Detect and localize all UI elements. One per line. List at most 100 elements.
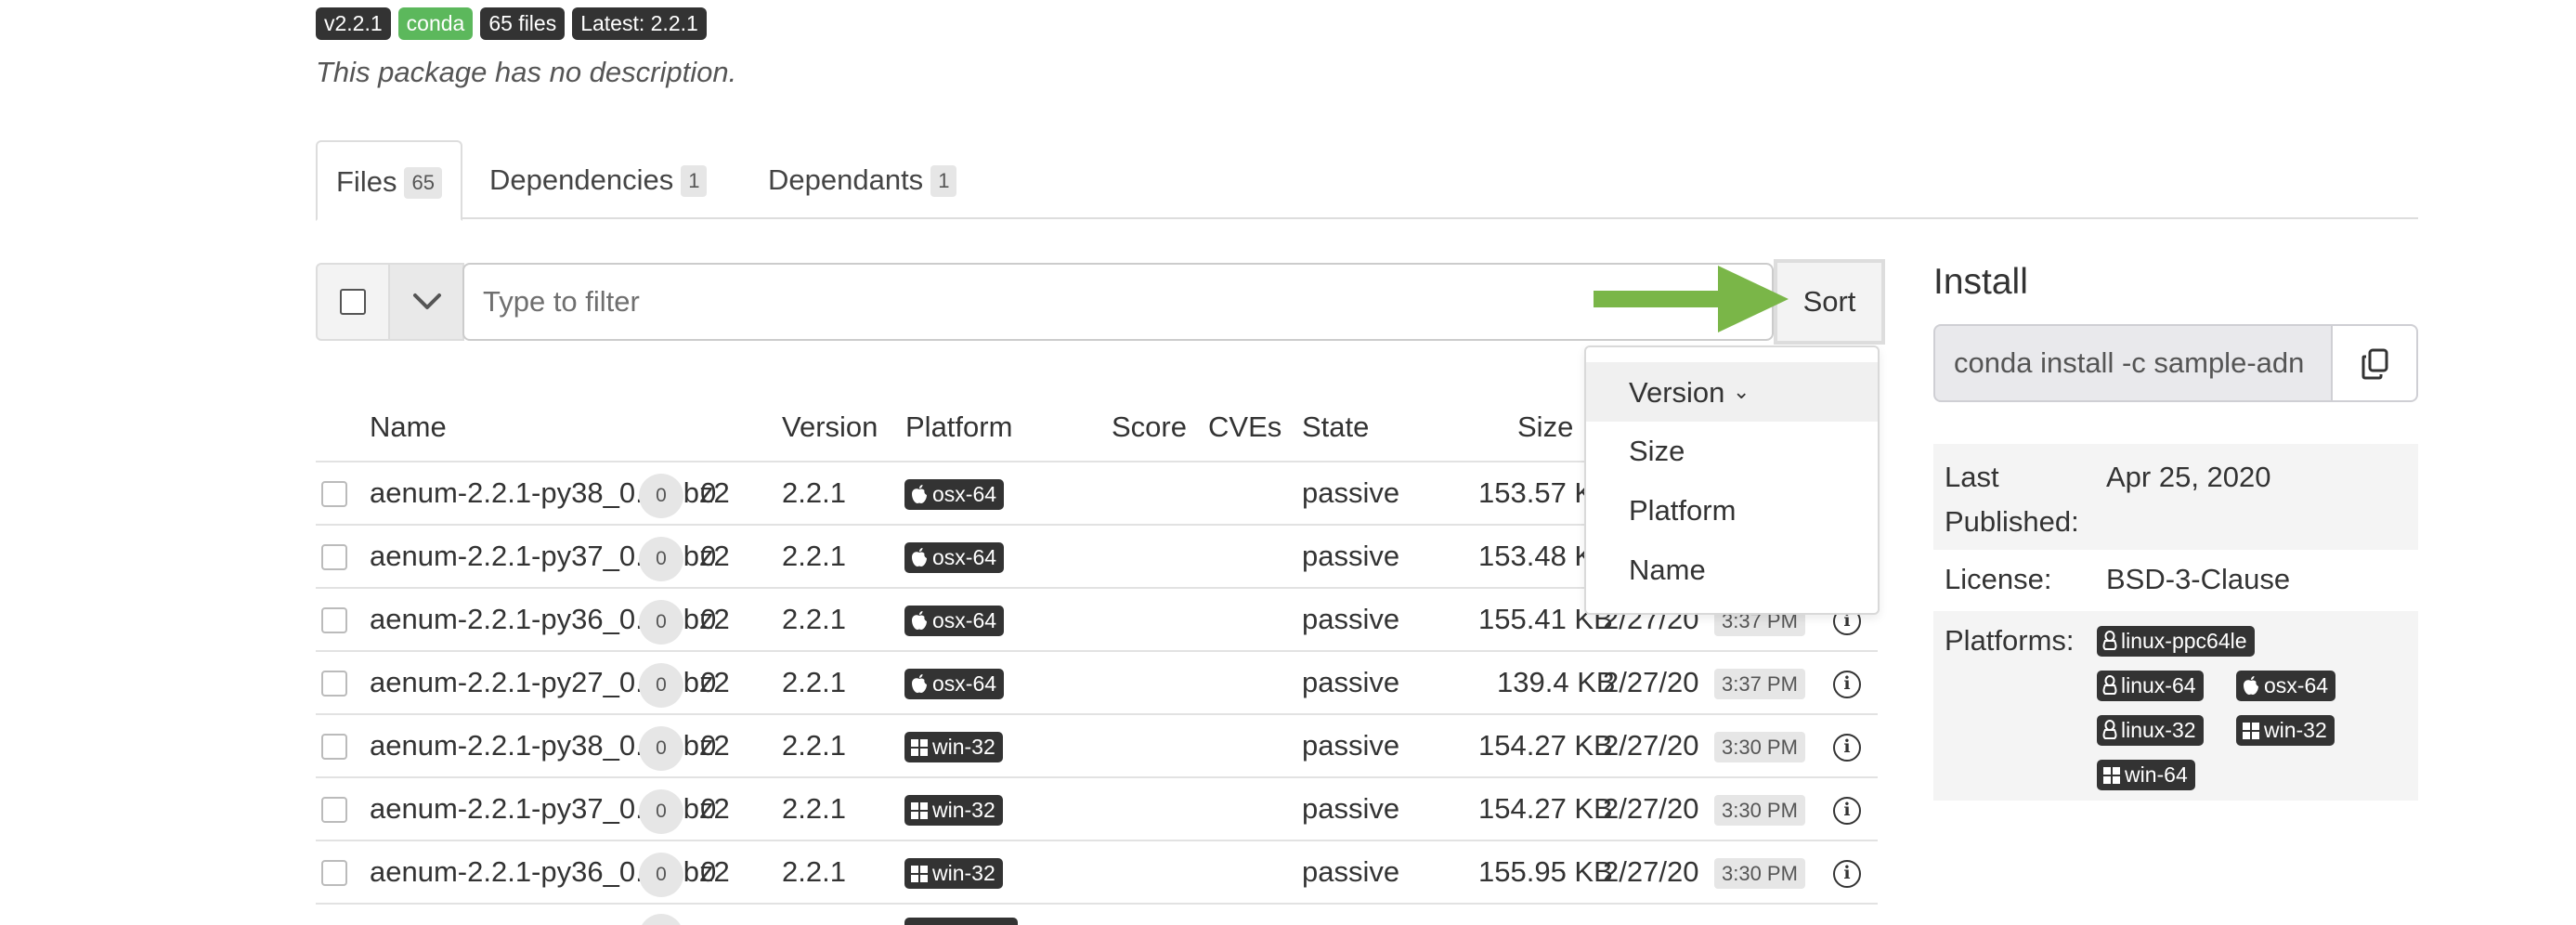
score-badge bbox=[639, 914, 683, 925]
file-version: 2.2.1 bbox=[782, 476, 846, 509]
platform-name: linux-32 bbox=[2121, 718, 2196, 742]
score-badge: 0 bbox=[639, 726, 683, 771]
tab-files[interactable]: Files 65 bbox=[316, 140, 462, 221]
info-icon[interactable]: i bbox=[1833, 734, 1861, 762]
sort-dropdown-menu: Version ⌄ Size Platform Name bbox=[1584, 345, 1880, 615]
cves-count: 0 bbox=[700, 476, 717, 509]
platform-label: osx-64 bbox=[932, 482, 997, 506]
platform-label: win-32 bbox=[932, 798, 995, 822]
sort-option-version[interactable]: Version ⌄ bbox=[1586, 362, 1878, 422]
upload-date: 2/27/20 bbox=[1603, 792, 1699, 825]
file-state: passive bbox=[1302, 855, 1400, 888]
tab-files-label: Files bbox=[336, 165, 397, 198]
platforms-row: Platforms: linux-ppc64le linux-64 osx-64… bbox=[1933, 611, 2418, 801]
platform-badge: win-32 bbox=[904, 795, 1003, 826]
table-row[interactable] bbox=[316, 903, 1878, 925]
cves-count: 0 bbox=[700, 729, 717, 762]
row-checkbox[interactable] bbox=[321, 481, 347, 507]
sort-option-platform[interactable]: Platform bbox=[1586, 481, 1878, 541]
arrow-annotation-icon bbox=[1594, 266, 1789, 332]
tab-dependencies-label: Dependencies bbox=[489, 163, 674, 196]
linux-icon bbox=[2102, 720, 2117, 739]
apple-icon bbox=[912, 611, 927, 630]
platform-label: osx-64 bbox=[932, 608, 997, 632]
license-value: BSD-3-Clause bbox=[2106, 563, 2291, 595]
row-checkbox[interactable] bbox=[321, 734, 347, 760]
file-version: 2.2.1 bbox=[782, 729, 846, 762]
file-size: 154.27 KB bbox=[1478, 729, 1613, 762]
info-icon[interactable]: i bbox=[1833, 671, 1861, 698]
sort-option-size[interactable]: Size bbox=[1586, 422, 1878, 481]
score-badge: 0 bbox=[639, 663, 683, 708]
row-checkbox[interactable] bbox=[321, 607, 347, 633]
platform-badge-linux-ppc64le: linux-ppc64le bbox=[2097, 626, 2255, 657]
row-checkbox[interactable] bbox=[321, 671, 347, 697]
upload-time: 3:30 PM bbox=[1714, 858, 1805, 889]
platform-badge: osx-64 bbox=[904, 669, 1005, 699]
row-checkbox[interactable] bbox=[321, 544, 347, 570]
column-header-name[interactable]: Name bbox=[370, 410, 447, 444]
table-row[interactable]: aenum-2.2.1-py27_0.tar.bz2 2.2.1 osx-64 … bbox=[316, 650, 1878, 713]
windows-icon bbox=[911, 802, 928, 819]
platform-badge-linux-32: linux-32 bbox=[2097, 715, 2204, 746]
cves-count: 0 bbox=[700, 792, 717, 825]
file-version: 2.2.1 bbox=[782, 792, 846, 825]
tab-dependants[interactable]: Dependants 1 bbox=[749, 140, 975, 219]
package-description: This package has no description. bbox=[316, 56, 737, 88]
platform-badge: osx-64 bbox=[904, 542, 1005, 573]
column-header-size[interactable]: Size bbox=[1517, 410, 1573, 444]
score-badge: 0 bbox=[639, 853, 683, 897]
file-size: 139.4 KB bbox=[1497, 666, 1616, 698]
license-label: License: bbox=[1945, 563, 2052, 595]
file-size: 154.27 KB bbox=[1478, 792, 1613, 825]
copy-button[interactable] bbox=[2333, 324, 2418, 402]
copy-icon bbox=[2361, 348, 2388, 380]
column-header-state[interactable]: State bbox=[1302, 410, 1369, 444]
tab-files-count: 65 bbox=[404, 167, 442, 199]
windows-icon bbox=[2103, 767, 2120, 784]
table-row[interactable]: aenum-2.2.1-py38_0.tar.bz2 2.2.1 win-32 … bbox=[316, 713, 1878, 776]
row-checkbox[interactable] bbox=[321, 860, 347, 886]
file-size: 155.95 KB bbox=[1478, 855, 1613, 888]
platform-badge bbox=[904, 918, 1018, 925]
column-header-score[interactable]: Score bbox=[1112, 410, 1187, 444]
file-state: passive bbox=[1302, 540, 1400, 572]
apple-icon bbox=[912, 548, 927, 567]
platforms-label: Platforms: bbox=[1945, 624, 2075, 657]
install-heading: Install bbox=[1933, 262, 2028, 302]
tab-dependants-count: 1 bbox=[930, 165, 957, 197]
select-all-container bbox=[316, 263, 390, 341]
platform-name: linux-ppc64le bbox=[2121, 629, 2247, 653]
linux-icon bbox=[2102, 675, 2117, 695]
platform-label: osx-64 bbox=[932, 671, 997, 696]
row-checkbox[interactable] bbox=[321, 797, 347, 823]
tab-bar: Files 65 Dependencies 1 Dependants 1 bbox=[316, 140, 2418, 221]
apple-icon bbox=[2244, 676, 2258, 695]
filter-input[interactable]: Type to filter bbox=[462, 263, 1774, 341]
platform-label: win-32 bbox=[932, 861, 995, 885]
info-icon[interactable]: i bbox=[1833, 860, 1861, 888]
column-header-version[interactable]: Version bbox=[782, 410, 878, 444]
last-published-label: Last Published: bbox=[1945, 455, 2079, 544]
sort-option-name[interactable]: Name bbox=[1586, 541, 1878, 600]
select-all-checkbox[interactable] bbox=[340, 289, 366, 315]
upload-time: 3:37 PM bbox=[1714, 669, 1805, 699]
bulk-actions-dropdown[interactable] bbox=[388, 263, 464, 341]
tab-dependencies[interactable]: Dependencies 1 bbox=[471, 140, 725, 219]
table-row[interactable]: aenum-2.2.1-py36_0.tar.bz2 2.2.1 win-32 … bbox=[316, 840, 1878, 903]
table-row[interactable]: aenum-2.2.1-py37_0.tar.bz2 2.2.1 win-32 … bbox=[316, 776, 1878, 840]
platform-label: win-32 bbox=[932, 735, 995, 759]
info-icon[interactable]: i bbox=[1833, 797, 1861, 825]
install-command-field[interactable]: conda install -c sample-adn bbox=[1933, 324, 2333, 402]
score-badge: 0 bbox=[639, 789, 683, 834]
column-header-cves[interactable]: CVEs bbox=[1208, 410, 1281, 444]
platform-badge: osx-64 bbox=[904, 606, 1005, 636]
file-state: passive bbox=[1302, 476, 1400, 509]
column-header-platform[interactable]: Platform bbox=[905, 410, 1012, 444]
score-badge: 0 bbox=[639, 600, 683, 645]
platform-name: win-64 bbox=[2125, 762, 2188, 787]
upload-time: 3:30 PM bbox=[1714, 795, 1805, 826]
score-badge: 0 bbox=[639, 537, 683, 581]
platform-badge: win-32 bbox=[904, 858, 1003, 889]
file-state: passive bbox=[1302, 603, 1400, 635]
